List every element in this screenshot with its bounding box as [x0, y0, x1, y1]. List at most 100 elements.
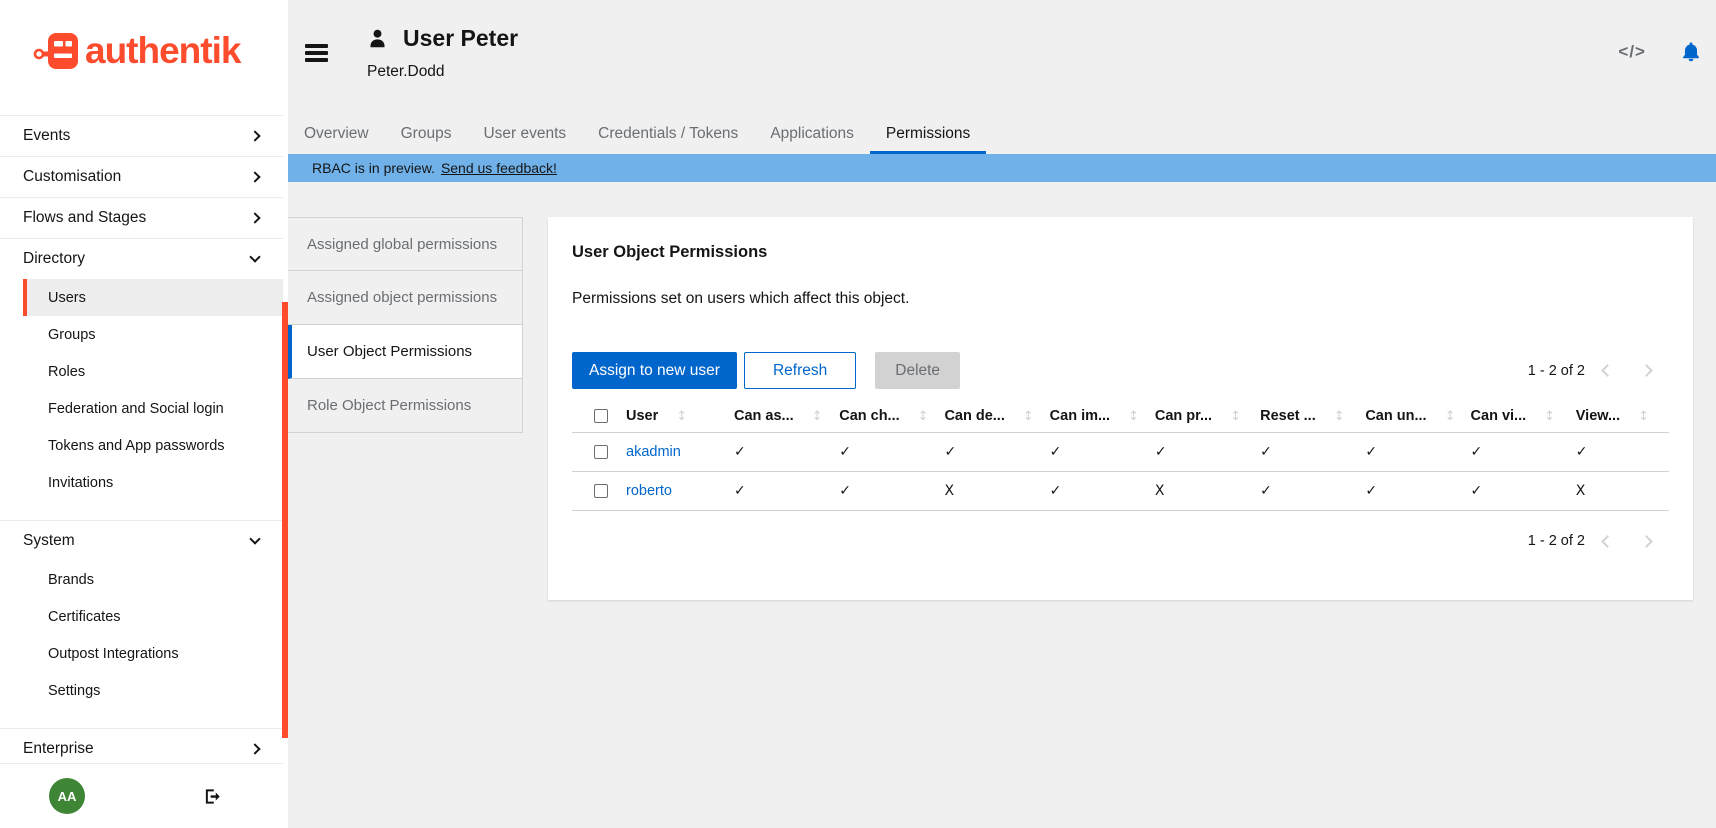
assign-to-new-user-button[interactable]: Assign to new user — [572, 352, 737, 389]
page-title: User Peter — [403, 25, 518, 52]
page-subtitle: Peter.Dodd — [367, 63, 518, 81]
api-drawer-icon[interactable]: </> — [1618, 42, 1646, 62]
row-checkbox[interactable] — [594, 445, 608, 459]
column-header-can-as[interactable]: Can as... ↕ — [722, 408, 827, 424]
authentik-logo[interactable]: authentik — [33, 30, 240, 72]
sidebar-item-certificates[interactable]: Certificates — [23, 598, 283, 635]
pagination-prev-icon[interactable] — [1601, 535, 1614, 548]
permission-value: ✓ — [722, 483, 827, 499]
sort-icon: ↕ — [918, 409, 929, 424]
sidebar-item-events[interactable]: Events — [0, 116, 283, 156]
permission-value: ✓ — [1459, 483, 1564, 499]
tab-overview[interactable]: Overview — [288, 117, 385, 154]
logout-icon[interactable] — [203, 787, 223, 806]
chevron-right-icon — [249, 171, 260, 182]
tab-user-events[interactable]: User events — [467, 117, 582, 154]
sidebar-item-users[interactable]: Users — [23, 279, 283, 316]
permission-value: ✓ — [1143, 444, 1248, 460]
table-row: akadmin ✓ ✓ ✓ ✓ ✓ ✓ ✓ ✓ ✓ — [572, 433, 1669, 472]
sidebar-item-outpost-integrations[interactable]: Outpost Integrations — [23, 635, 283, 672]
permissions-table: User ↕ Can as... ↕ Can ch... ↕ Can de. — [572, 400, 1669, 511]
tab-applications[interactable]: Applications — [754, 117, 870, 154]
permission-value: ✓ — [1353, 444, 1458, 460]
notifications-bell-icon[interactable] — [1680, 40, 1702, 63]
sidebar-item-flows-and-stages[interactable]: Flows and Stages — [0, 198, 283, 238]
sidebar-footer: AA — [0, 763, 283, 828]
sidebar-item-invitations[interactable]: Invitations — [23, 464, 283, 501]
subnav-assigned-object-permissions[interactable]: Assigned object permissions — [288, 271, 523, 325]
permission-value: ✓ — [827, 483, 932, 499]
select-all-checkbox[interactable] — [594, 409, 608, 423]
tab-credentials-tokens[interactable]: Credentials / Tokens — [582, 117, 754, 154]
sidebar-nav: Events Customisation Flows and Stages Di… — [0, 115, 283, 769]
sort-icon: ↕ — [1544, 409, 1555, 424]
chevron-right-icon — [249, 743, 260, 754]
column-header-can-ch[interactable]: Can ch... ↕ — [827, 408, 932, 424]
user-link[interactable]: akadmin — [616, 444, 681, 460]
permission-value: ✓ — [827, 444, 932, 460]
sort-icon: ↕ — [1638, 409, 1649, 424]
permission-value: X — [1564, 483, 1669, 499]
sidebar-item-tokens[interactable]: Tokens and App passwords — [23, 427, 283, 464]
main-area: User Peter Peter.Dodd </> Overview Group… — [288, 0, 1716, 828]
permission-value: ✓ — [1038, 444, 1143, 460]
pagination-label: 1 - 2 of 2 — [1528, 363, 1585, 379]
sort-icon: ↕ — [812, 409, 823, 424]
sidebar-item-federation[interactable]: Federation and Social login — [23, 390, 283, 427]
sidebar-item-customisation[interactable]: Customisation — [0, 157, 283, 197]
row-checkbox[interactable] — [594, 484, 608, 498]
toolbar: Assign to new user Refresh Delete 1 - 2 … — [572, 352, 1669, 389]
sort-icon: ↕ — [1128, 409, 1139, 424]
column-header-can-un[interactable]: Can un... ↕ — [1353, 408, 1458, 424]
pagination-top: 1 - 2 of 2 — [1528, 363, 1651, 379]
user-icon — [367, 27, 388, 50]
tab-permissions[interactable]: Permissions — [870, 117, 986, 154]
pagination-prev-icon[interactable] — [1601, 364, 1614, 377]
permission-value: ✓ — [1248, 444, 1353, 460]
user-link[interactable]: roberto — [616, 483, 672, 499]
sidebar-item-settings[interactable]: Settings — [23, 672, 283, 709]
sort-icon: ↕ — [1334, 409, 1345, 424]
column-header-user[interactable]: User ↕ — [616, 408, 722, 424]
permission-value: ✓ — [722, 444, 827, 460]
subnav-role-object-permissions[interactable]: Role Object Permissions — [288, 379, 523, 433]
subnav-user-object-permissions[interactable]: User Object Permissions — [288, 325, 523, 379]
sort-icon: ↕ — [1230, 409, 1241, 424]
permission-value: ✓ — [1248, 483, 1353, 499]
card-title: User Object Permissions — [572, 241, 1669, 263]
subnav-assigned-global-permissions[interactable]: Assigned global permissions — [288, 217, 523, 271]
column-header-can-im[interactable]: Can im... ↕ — [1038, 408, 1143, 424]
column-header-can-pr[interactable]: Can pr... ↕ — [1143, 408, 1248, 424]
tab-groups[interactable]: Groups — [385, 117, 468, 154]
pagination-next-icon[interactable] — [1640, 364, 1653, 377]
sidebar-item-roles[interactable]: Roles — [23, 353, 283, 390]
chevron-right-icon — [249, 212, 260, 223]
column-header-reset[interactable]: Reset ... ↕ — [1248, 408, 1353, 424]
avatar[interactable]: AA — [49, 778, 85, 814]
pagination-next-icon[interactable] — [1640, 535, 1653, 548]
sidebar-item-system[interactable]: System — [0, 521, 283, 561]
table-header-row: User ↕ Can as... ↕ Can ch... ↕ Can de. — [572, 400, 1669, 433]
refresh-button[interactable]: Refresh — [744, 352, 856, 389]
sort-icon: ↕ — [676, 409, 687, 424]
title-block: User Peter Peter.Dodd — [367, 25, 518, 81]
pagination-label: 1 - 2 of 2 — [1528, 533, 1585, 549]
permission-value: X — [932, 483, 1037, 499]
column-header-can-vi[interactable]: Can vi... ↕ — [1459, 408, 1564, 424]
rbac-preview-banner: RBAC is in preview. Send us feedback! — [288, 154, 1716, 182]
sort-icon: ↕ — [1023, 409, 1034, 424]
tab-bar: Overview Groups User events Credentials … — [288, 117, 986, 154]
permission-value: X — [1143, 483, 1248, 499]
feedback-link[interactable]: Send us feedback! — [441, 160, 557, 176]
permission-value: ✓ — [932, 444, 1037, 460]
column-header-can-de[interactable]: Can de... ↕ — [932, 408, 1037, 424]
chevron-down-icon — [249, 251, 260, 262]
brand-name: authentik — [85, 30, 240, 72]
sidebar-item-groups[interactable]: Groups — [23, 316, 283, 353]
permission-value: ✓ — [1459, 444, 1564, 460]
sidebar-item-brands[interactable]: Brands — [23, 561, 283, 598]
column-header-view[interactable]: View... ↕ — [1564, 408, 1669, 424]
menu-toggle-icon[interactable] — [305, 44, 328, 65]
delete-button[interactable]: Delete — [875, 352, 960, 389]
sidebar-item-directory[interactable]: Directory — [0, 239, 283, 279]
